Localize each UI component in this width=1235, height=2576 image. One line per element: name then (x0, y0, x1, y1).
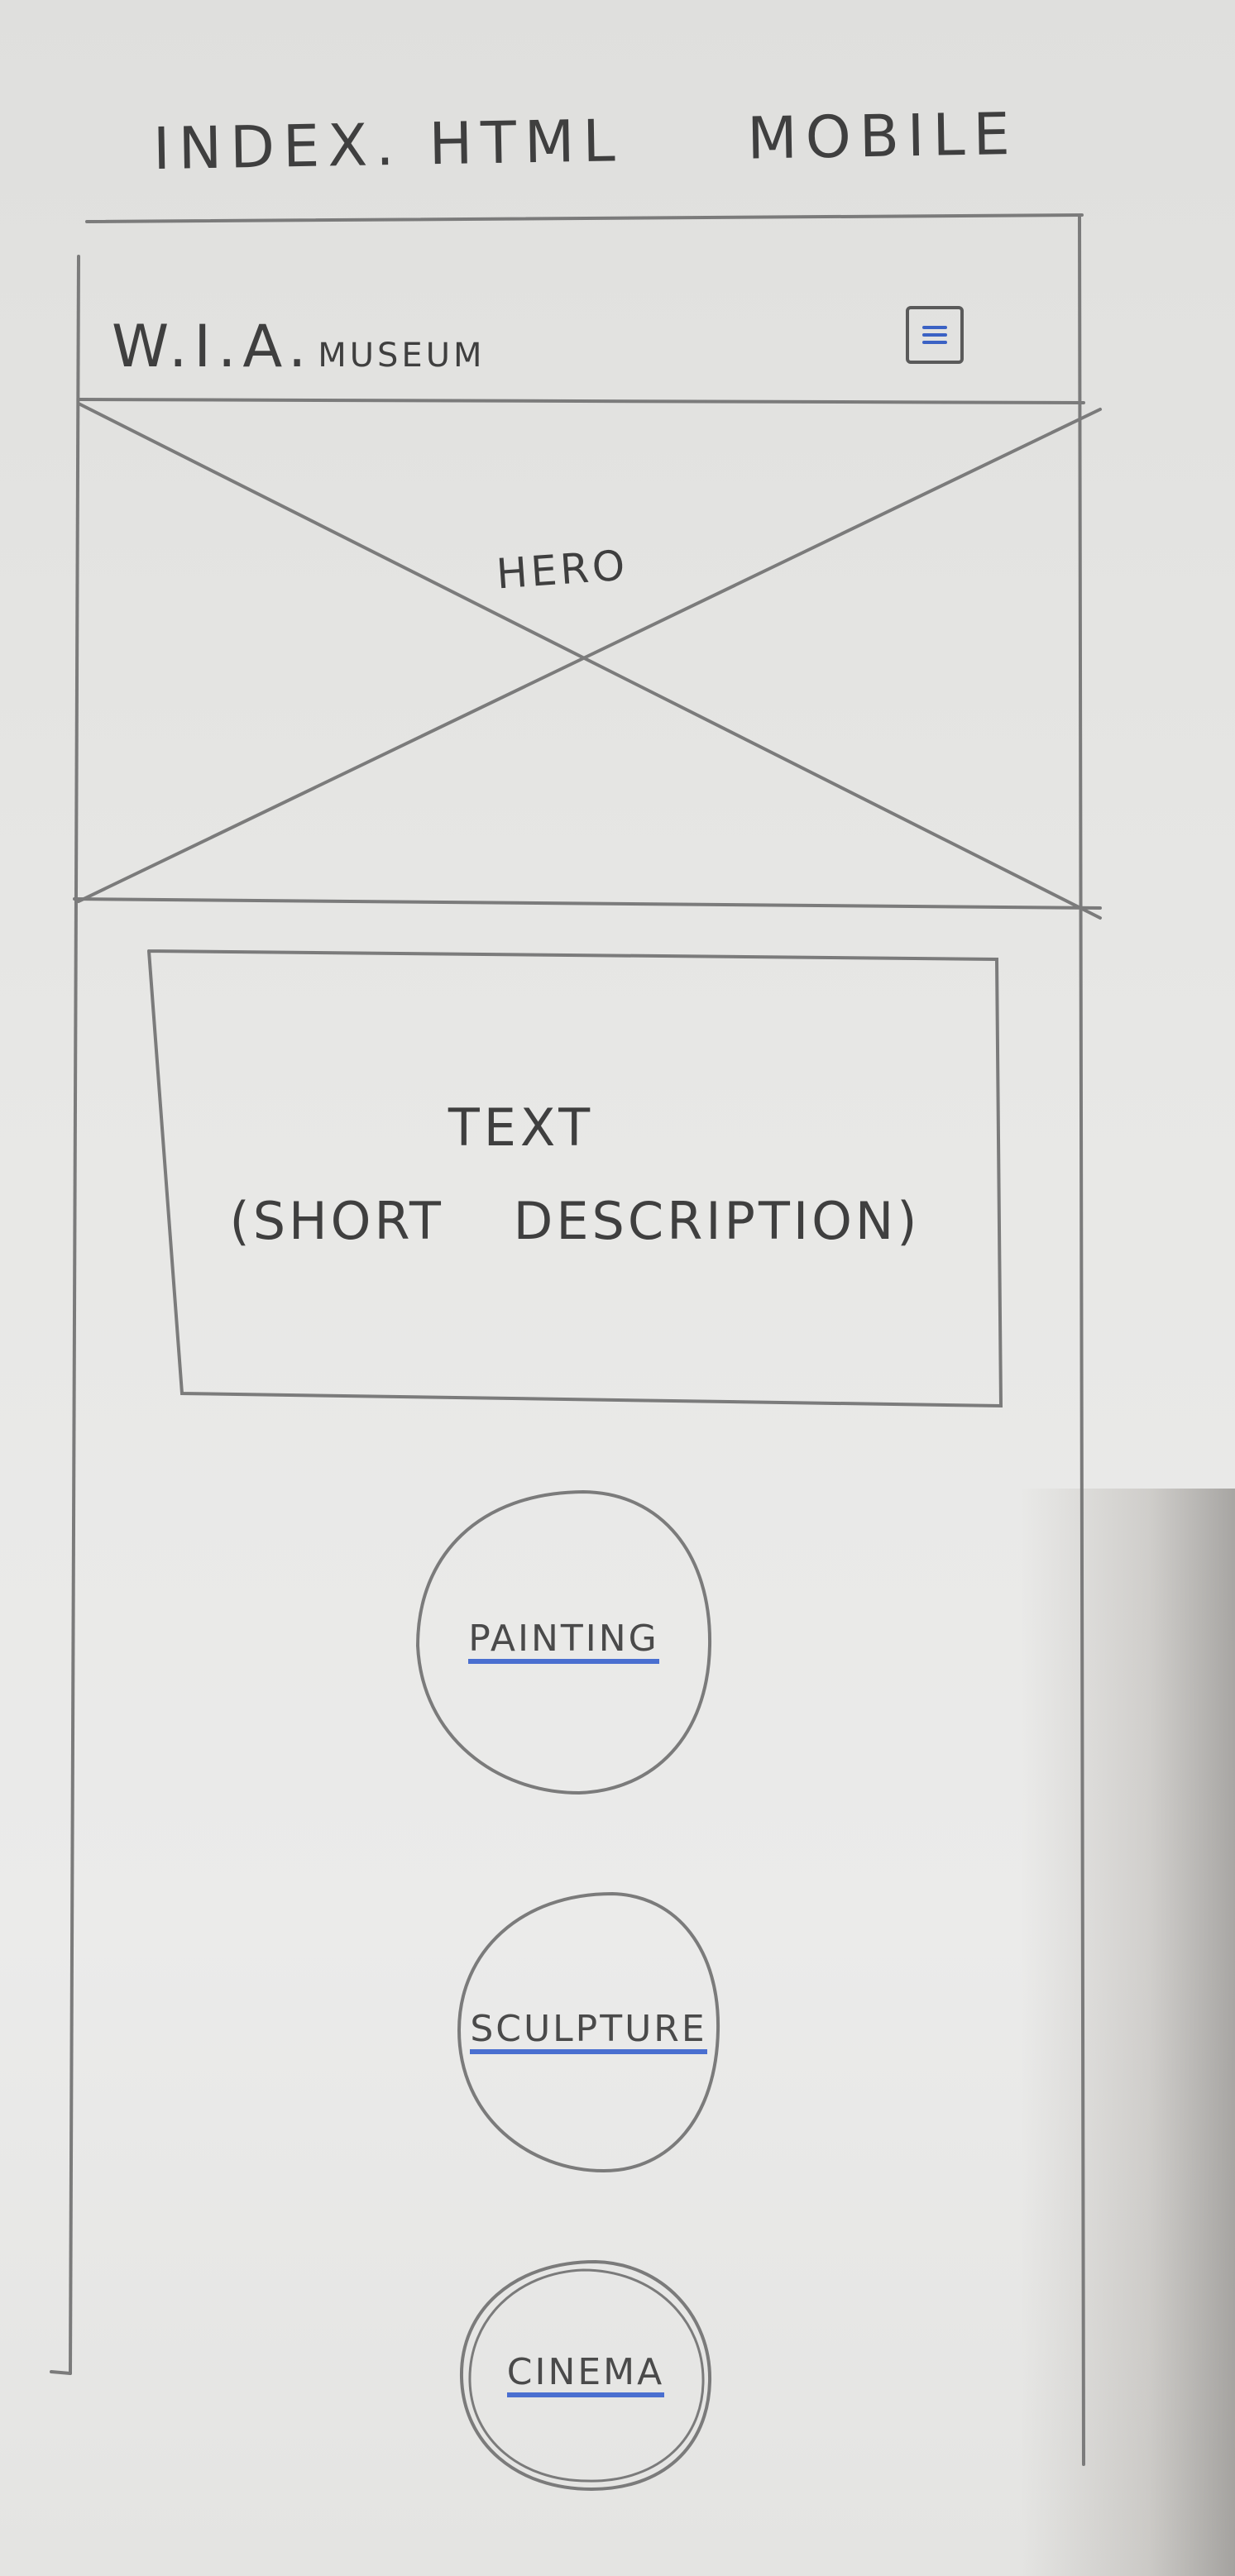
page-viewport-label: MOBILE (746, 99, 1019, 173)
hamburger-menu-icon (922, 322, 947, 348)
category-painting-link[interactable]: PAINTING (468, 1621, 659, 1664)
category-cinema-link[interactable]: CINEMA (506, 2354, 665, 2397)
brand-name: W.I.A. (112, 313, 314, 380)
brand-subtitle: MUSEUM (318, 337, 486, 375)
category-painting-button[interactable]: PAINTING (418, 1492, 710, 1793)
hamburger-menu-button[interactable] (906, 306, 964, 364)
frame-right-line (1078, 215, 1085, 2466)
intro-title: TEXT (448, 1097, 595, 1158)
frame-top-line (85, 213, 1084, 223)
frame-left-tick (50, 2370, 72, 2375)
intro-text-box: TEXT (SHORT DESCRIPTION) (149, 951, 1001, 1398)
frame-left-line (69, 255, 80, 2375)
hero-cross-line-2 (77, 408, 1102, 903)
category-sculpture-link[interactable]: SCULPTURE (470, 2010, 707, 2054)
navbar-divider (77, 398, 1085, 404)
category-sculpture-button[interactable]: SCULPTURE (459, 1894, 718, 2171)
hero-bottom-line (73, 897, 1102, 910)
category-cinema-button[interactable]: CINEMA (462, 2262, 710, 2489)
hero-cross-line-1 (77, 402, 1102, 920)
page-file-label: INDEX. HTML (152, 107, 625, 184)
site-logo[interactable]: W.I.A. MUSEUM (112, 313, 485, 380)
intro-subtitle: (SHORT DESCRIPTION) (229, 1191, 921, 1251)
hero-label: HERO (495, 541, 630, 599)
